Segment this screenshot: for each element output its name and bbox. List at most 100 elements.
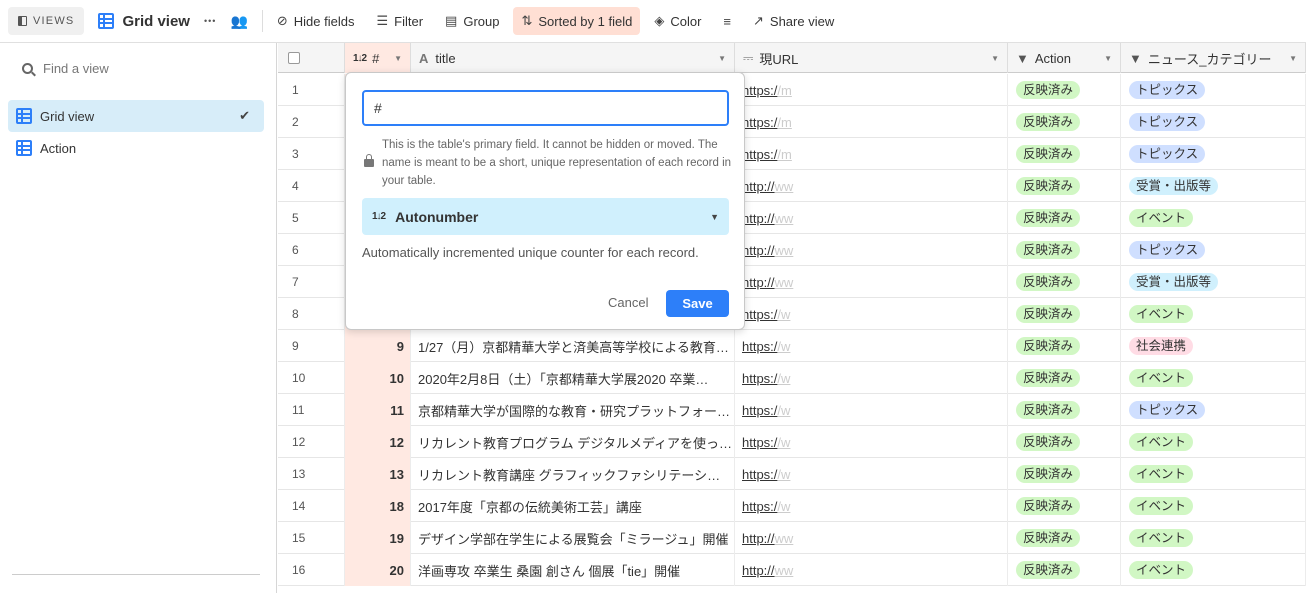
url-cell[interactable]: https://w xyxy=(735,426,1008,458)
url-link[interactable]: http:// xyxy=(742,275,775,290)
cancel-button[interactable]: Cancel xyxy=(608,295,648,310)
url-link[interactable]: https:/ xyxy=(742,147,777,162)
autonumber-cell[interactable]: 9 xyxy=(345,330,411,362)
views-toggle-button[interactable]: VIEWS xyxy=(8,7,85,35)
url-link[interactable]: https:/ xyxy=(742,307,777,322)
url-cell[interactable]: http://ww xyxy=(735,234,1008,266)
action-cell[interactable]: 反映済み xyxy=(1008,362,1121,394)
row-height-button[interactable]: ≡ xyxy=(715,7,739,35)
action-cell[interactable]: 反映済み xyxy=(1008,266,1121,298)
action-cell[interactable]: 反映済み xyxy=(1008,330,1121,362)
save-button[interactable]: Save xyxy=(666,290,729,317)
category-cell[interactable]: トピックス xyxy=(1121,74,1306,106)
more-options-icon[interactable]: ••• xyxy=(204,16,216,26)
field-name-input[interactable]: # xyxy=(362,90,729,126)
title-cell[interactable]: 1/27（月）京都精華大学と済美高等学校による教育… xyxy=(411,330,735,362)
action-cell[interactable]: 反映済み xyxy=(1008,74,1121,106)
column-header-action[interactable]: ▼ Action ▼ xyxy=(1008,43,1121,73)
category-cell[interactable]: トピックス xyxy=(1121,394,1306,426)
url-cell[interactable]: https://w xyxy=(735,298,1008,330)
title-cell[interactable]: 2020年2月8日（土）「京都精華大学展2020 卒業… xyxy=(411,362,735,394)
url-link[interactable]: http:// xyxy=(742,563,775,578)
action-cell[interactable]: 反映済み xyxy=(1008,202,1121,234)
url-link[interactable]: https:/ xyxy=(742,435,777,450)
url-cell[interactable]: http://ww xyxy=(735,554,1008,586)
url-cell[interactable]: https://w xyxy=(735,490,1008,522)
autonumber-cell[interactable]: 11 xyxy=(345,394,411,426)
url-cell[interactable]: https://m xyxy=(735,138,1008,170)
category-cell[interactable]: イベント xyxy=(1121,298,1306,330)
group-button[interactable]: ▤ Group xyxy=(437,7,507,35)
url-cell[interactable]: https://m xyxy=(735,74,1008,106)
url-link[interactable]: https:/ xyxy=(742,115,777,130)
collaborators-icon[interactable]: 👥 xyxy=(230,13,247,30)
column-header-url[interactable]: ⎓ 現URL ▼ xyxy=(735,43,1008,73)
filter-button[interactable]: ☰ Filter xyxy=(368,7,431,35)
action-cell[interactable]: 反映済み xyxy=(1008,170,1121,202)
action-cell[interactable]: 反映済み xyxy=(1008,138,1121,170)
select-all-checkbox[interactable] xyxy=(288,52,300,64)
column-header-num[interactable]: 1↓2 # ▼ xyxy=(345,43,411,73)
color-button[interactable]: ◈ Color xyxy=(646,7,709,35)
title-cell[interactable]: リカレント教育プログラム デジタルメディアを使っ… xyxy=(411,426,735,458)
chevron-down-icon[interactable]: ▼ xyxy=(1104,54,1112,63)
category-cell[interactable]: イベント xyxy=(1121,490,1306,522)
url-link[interactable]: http:// xyxy=(742,179,775,194)
share-view-button[interactable]: ↗ Share view xyxy=(745,7,842,35)
url-link[interactable]: https:/ xyxy=(742,339,777,354)
url-link[interactable]: https:/ xyxy=(742,403,777,418)
action-cell[interactable]: 反映済み xyxy=(1008,426,1121,458)
action-cell[interactable]: 反映済み xyxy=(1008,106,1121,138)
title-cell[interactable]: リカレント教育講座 グラフィックファシリテーシ… xyxy=(411,458,735,490)
find-view-search[interactable]: Find a view xyxy=(22,61,109,76)
url-link[interactable]: https:/ xyxy=(742,371,777,386)
current-view-title[interactable]: Grid view xyxy=(98,13,190,30)
autonumber-cell[interactable]: 13 xyxy=(345,458,411,490)
title-cell[interactable]: デザイン学部在学生による展覧会「ミラージュ」開催 xyxy=(411,522,735,554)
category-cell[interactable]: イベント xyxy=(1121,202,1306,234)
chevron-down-icon[interactable]: ▼ xyxy=(991,54,999,63)
url-link[interactable]: http:// xyxy=(742,211,775,226)
category-cell[interactable]: 受賞・出版等 xyxy=(1121,170,1306,202)
url-cell[interactable]: https://w xyxy=(735,362,1008,394)
category-cell[interactable]: イベント xyxy=(1121,554,1306,586)
category-cell[interactable]: イベント xyxy=(1121,362,1306,394)
url-cell[interactable]: http://ww xyxy=(735,202,1008,234)
table-row[interactable]: 13 13 リカレント教育講座 グラフィックファシリテーシ… https://w 反映済… xyxy=(278,458,1306,490)
url-cell[interactable]: http://ww xyxy=(735,170,1008,202)
sidebar-item-action[interactable]: Action xyxy=(8,132,264,164)
table-row[interactable]: 16 20 洋画専攻 卒業生 桑園 創さん 個展「tie」開催 http://ww 反映… xyxy=(278,554,1306,586)
category-cell[interactable]: イベント xyxy=(1121,458,1306,490)
chevron-down-icon[interactable]: ▼ xyxy=(718,54,726,63)
table-row[interactable]: 10 10 2020年2月8日（土）「京都精華大学展2020 卒業… https://… xyxy=(278,362,1306,394)
sort-button[interactable]: ⇅ Sorted by 1 field xyxy=(513,7,641,35)
action-cell[interactable]: 反映済み xyxy=(1008,554,1121,586)
chevron-down-icon[interactable]: ▼ xyxy=(394,54,402,63)
url-cell[interactable]: https://w xyxy=(735,458,1008,490)
action-cell[interactable]: 反映済み xyxy=(1008,490,1121,522)
table-row[interactable]: 15 19 デザイン学部在学生による展覧会「ミラージュ」開催 http://ww 反映済… xyxy=(278,522,1306,554)
url-cell[interactable]: http://ww xyxy=(735,266,1008,298)
title-cell[interactable]: 洋画専攻 卒業生 桑園 創さん 個展「tie」開催 xyxy=(411,554,735,586)
category-cell[interactable]: 受賞・出版等 xyxy=(1121,266,1306,298)
autonumber-cell[interactable]: 10 xyxy=(345,362,411,394)
autonumber-cell[interactable]: 18 xyxy=(345,490,411,522)
action-cell[interactable]: 反映済み xyxy=(1008,298,1121,330)
category-cell[interactable]: トピックス xyxy=(1121,106,1306,138)
action-cell[interactable]: 反映済み xyxy=(1008,522,1121,554)
column-header-category[interactable]: ▼ ニュース_カテゴリー ▼ xyxy=(1121,43,1306,73)
url-link[interactable]: https:/ xyxy=(742,83,777,98)
autonumber-cell[interactable]: 19 xyxy=(345,522,411,554)
category-cell[interactable]: トピックス xyxy=(1121,138,1306,170)
action-cell[interactable]: 反映済み xyxy=(1008,394,1121,426)
category-cell[interactable]: イベント xyxy=(1121,522,1306,554)
autonumber-cell[interactable]: 20 xyxy=(345,554,411,586)
autonumber-cell[interactable]: 12 xyxy=(345,426,411,458)
column-header-title[interactable]: A title ▼ xyxy=(411,43,735,73)
url-cell[interactable]: https://w xyxy=(735,330,1008,362)
url-link[interactable]: http:// xyxy=(742,531,775,546)
url-link[interactable]: http:// xyxy=(742,243,775,258)
category-cell[interactable]: トピックス xyxy=(1121,234,1306,266)
category-cell[interactable]: イベント xyxy=(1121,426,1306,458)
url-link[interactable]: https:/ xyxy=(742,499,777,514)
